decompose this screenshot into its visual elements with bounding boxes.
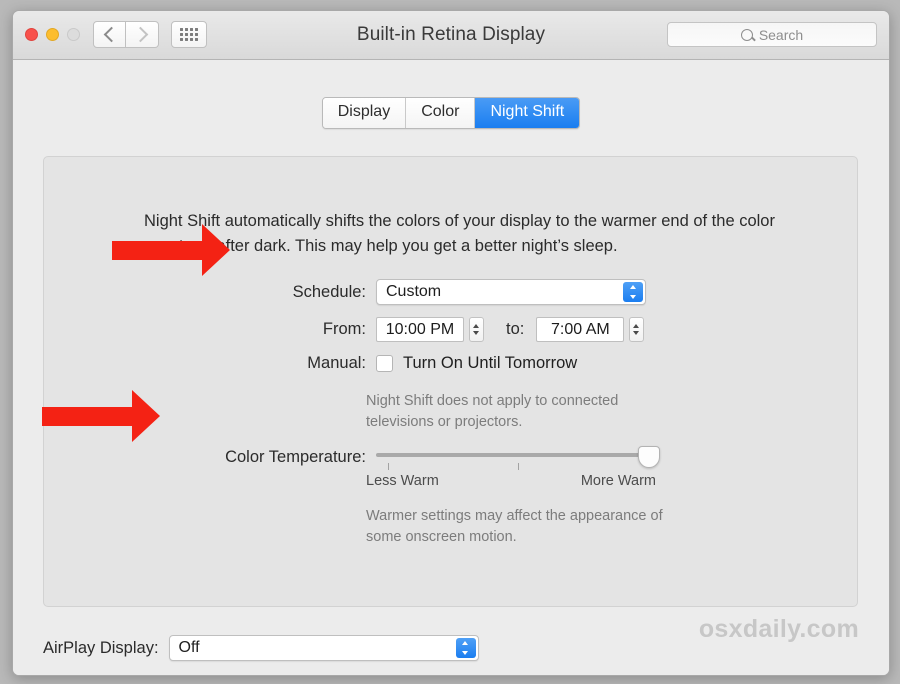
slider-min-label: Less Warm	[366, 473, 439, 489]
slider-tick-mid	[518, 463, 519, 470]
search-icon	[741, 29, 753, 41]
search-input[interactable]: Search	[667, 22, 877, 47]
color-temperature-slider[interactable]	[376, 444, 661, 470]
schedule-time-row: From: 10:00 PM to: 7:00 AM	[44, 317, 857, 342]
slider-knob[interactable]	[638, 446, 660, 468]
from-time-stepper[interactable]	[469, 317, 484, 342]
turn-on-until-tomorrow-checkbox[interactable]	[376, 355, 393, 372]
from-label: From:	[44, 320, 376, 339]
from-time-field[interactable]: 10:00 PM	[376, 317, 464, 342]
search-placeholder: Search	[759, 27, 803, 43]
arrow-head	[132, 390, 160, 442]
schedule-arrow-annotation	[112, 224, 230, 276]
tab-bar: Display Color Night Shift	[13, 97, 889, 129]
to-time-field[interactable]: 7:00 AM	[536, 317, 624, 342]
manual-row: Manual: Turn On Until Tomorrow	[44, 354, 857, 373]
arrow-shaft	[112, 241, 202, 260]
slider-scale-labels: Less Warm More Warm	[366, 473, 656, 489]
tab-display[interactable]: Display	[323, 98, 406, 128]
chevron-updown-icon	[623, 282, 643, 302]
slider-max-label: More Warm	[581, 473, 656, 489]
airplay-display-popup-button[interactable]: Off	[169, 635, 479, 661]
slider-track	[376, 453, 653, 457]
window-titlebar: Built-in Retina Display Search	[13, 11, 889, 60]
tab-night-shift[interactable]: Night Shift	[475, 98, 579, 128]
color-temperature-arrow-annotation	[42, 390, 160, 442]
to-time-stepper[interactable]	[629, 317, 644, 342]
system-preferences-window: Built-in Retina Display Search Display C…	[12, 10, 890, 676]
airplay-display-value: Off	[170, 639, 200, 657]
television-hint-text: Night Shift does not apply to connected …	[366, 391, 666, 433]
preference-pane-body: Display Color Night Shift Night Shift au…	[13, 60, 889, 675]
arrow-shaft	[42, 407, 132, 426]
arrow-head	[202, 224, 230, 276]
airplay-display-row: AirPlay Display: Off	[43, 635, 479, 661]
manual-label: Manual:	[44, 354, 376, 373]
color-temperature-row: Color Temperature:	[44, 444, 857, 470]
night-shift-description: Night Shift automatically shifts the col…	[144, 209, 809, 259]
watermark: osxdaily.com	[699, 615, 859, 644]
airplay-display-label: AirPlay Display:	[43, 639, 159, 658]
color-temperature-label: Color Temperature:	[44, 448, 376, 467]
to-label: to:	[506, 320, 524, 339]
tab-color[interactable]: Color	[406, 98, 475, 128]
slider-tick-min	[388, 463, 389, 470]
chevron-updown-icon	[456, 638, 476, 658]
schedule-popup-button[interactable]: Custom	[376, 279, 646, 305]
warmer-settings-hint-text: Warmer settings may affect the appearanc…	[366, 506, 666, 548]
turn-on-until-tomorrow-label[interactable]: Turn On Until Tomorrow	[403, 354, 577, 373]
schedule-row: Schedule: Custom	[44, 279, 857, 305]
schedule-label: Schedule:	[44, 283, 376, 302]
schedule-value: Custom	[377, 283, 441, 301]
